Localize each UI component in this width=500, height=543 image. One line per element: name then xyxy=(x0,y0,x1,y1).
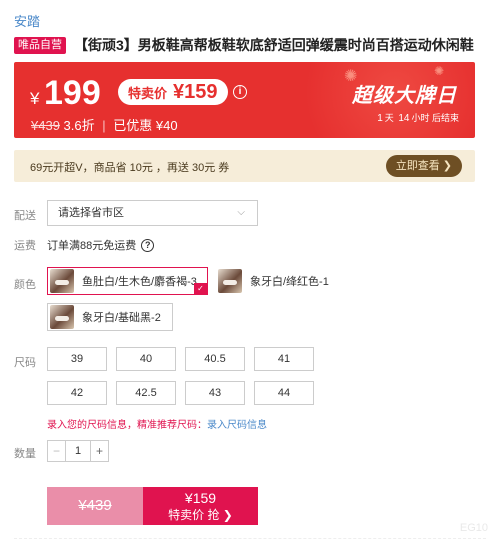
size-option[interactable]: 42.5 xyxy=(116,381,176,405)
help-icon[interactable]: ? xyxy=(141,238,155,252)
promo-banner: ✺ ✺ ¥ 199 特卖价 ¥159 i ¥439 3.6折 | 已优惠 ¥40… xyxy=(14,62,475,138)
size-option[interactable]: 40 xyxy=(116,347,176,371)
countdown-suffix: 后结束 xyxy=(431,113,459,123)
countdown-hours: 14 xyxy=(398,113,410,124)
color-thumbnail xyxy=(50,269,74,293)
sale-price-label: 特卖价 xyxy=(128,85,168,101)
current-price: 199 xyxy=(44,74,101,112)
buy-price: ¥159 xyxy=(184,490,217,506)
info-icon[interactable]: i xyxy=(233,85,247,99)
countdown-hours-unit: 小时 xyxy=(411,113,430,123)
plus-button[interactable]: + xyxy=(90,441,108,461)
event-title: 超级大牌日 xyxy=(352,85,457,107)
vip-text: 69元开超V，商品省 10元 ，再送 30元 券 xyxy=(30,162,230,174)
size-label: 尺码 xyxy=(14,357,36,369)
address-placeholder: 请选择省市区 xyxy=(58,207,124,219)
chevron-down-icon: ⌵ xyxy=(237,207,245,218)
size-entry-link[interactable]: 录入尺码信息 xyxy=(207,420,267,431)
address-select[interactable]: 请选择省市区 ⌵ xyxy=(47,200,258,226)
watermark: EG10 xyxy=(459,522,488,534)
discount-rate: 3.6折 xyxy=(63,118,95,133)
size-option[interactable]: 41 xyxy=(254,347,314,371)
brand-link[interactable]: 安踏 xyxy=(14,11,40,30)
sale-price-pill: 特卖价 ¥159 xyxy=(118,79,228,105)
freight-info: 订单满88元免运费 ? xyxy=(47,237,155,253)
buy-button[interactable]: ¥159 特卖价 抢 ❯ xyxy=(143,487,258,525)
product-title-row: 唯品自营 【街顽3】男板鞋高帮板鞋软底舒适回弹缓震时尚百搭运动休闲鞋 xyxy=(14,36,488,54)
color-thumbnail xyxy=(50,305,74,329)
size-option[interactable]: 44 xyxy=(254,381,314,405)
view-now-button[interactable]: 立即查看 ❯ xyxy=(385,155,462,177)
color-option[interactable]: 鱼肚白/生木色/麝香褐-3 xyxy=(47,267,208,295)
size-option[interactable]: 43 xyxy=(185,381,245,405)
buy-original-price: ¥439 xyxy=(47,487,143,525)
firework-icon: ✺ xyxy=(434,64,445,78)
color-label: 颜色 xyxy=(14,279,36,291)
buy-action-label: 特卖价 抢 ❯ xyxy=(168,508,233,522)
quantity-input[interactable]: 1 xyxy=(66,441,90,461)
product-title: 【街顽3】男板鞋高帮板鞋软底舒适回弹缓震时尚百搭运动休闲鞋 xyxy=(74,37,474,53)
size-option[interactable]: 40.5 xyxy=(185,347,245,371)
self-operated-badge: 唯品自营 xyxy=(14,36,66,54)
countdown: 1天 14 小时 后结束 xyxy=(375,111,459,124)
buy-bar: ¥439 ¥159 特卖价 抢 ❯ xyxy=(47,487,258,525)
price-currency: ¥ xyxy=(30,89,40,108)
delivery-label: 配送 xyxy=(14,210,36,222)
color-option[interactable]: 象牙白/绛红色-1 xyxy=(216,267,346,295)
saved-amount: 已优惠 ¥40 xyxy=(113,118,178,133)
original-price: ¥439 xyxy=(31,118,60,133)
freight-label: 运费 xyxy=(14,240,36,252)
size-tip: 录入您的尺码信息，精准推荐尺码：录入尺码信息 xyxy=(47,416,267,431)
countdown-days: 1 xyxy=(377,113,383,124)
divider xyxy=(14,538,486,539)
size-tip-text: 录入您的尺码信息，精准推荐尺码： xyxy=(47,420,207,431)
vip-bar: 69元开超V，商品省 10元 ，再送 30元 券 立即查看 ❯ xyxy=(14,150,475,182)
sale-price-value: ¥159 xyxy=(173,80,218,103)
color-option[interactable]: 象牙白/基础黑-2 xyxy=(47,303,173,331)
color-option-label: 象牙白/绛红色-1 xyxy=(250,276,329,288)
color-option-label: 鱼肚白/生木色/麝香褐-3 xyxy=(82,276,197,288)
size-option[interactable]: 42 xyxy=(47,381,107,405)
divider: | xyxy=(102,118,106,133)
quantity-label: 数量 xyxy=(14,448,36,460)
quantity-stepper: − 1 + xyxy=(47,440,109,462)
freight-text: 订单满88元免运费 xyxy=(47,240,137,252)
size-option[interactable]: 39 xyxy=(47,347,107,371)
minus-button[interactable]: − xyxy=(48,441,66,461)
color-thumbnail xyxy=(218,269,242,293)
price-detail: ¥439 3.6折 | 已优惠 ¥40 xyxy=(31,115,178,134)
color-option-label: 象牙白/基础黑-2 xyxy=(82,312,161,324)
countdown-days-unit: 天 xyxy=(384,113,394,123)
